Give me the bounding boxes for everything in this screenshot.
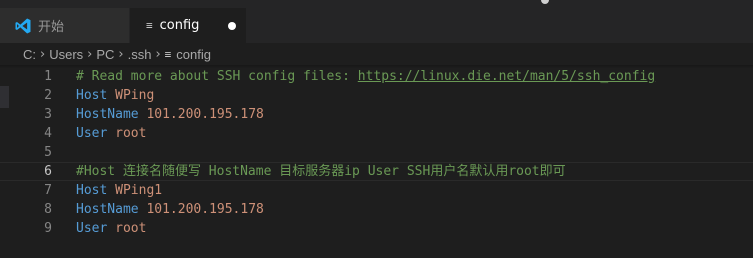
vscode-icon <box>15 18 31 33</box>
code-token-val: root <box>115 221 147 236</box>
chevron-right-icon: › <box>40 46 46 62</box>
code-text: HostName 101.200.195.178 <box>76 105 264 124</box>
breadcrumb-file[interactable]: config <box>176 47 211 62</box>
code-token-kw: HostName <box>76 202 147 217</box>
tab-start-label: 开始 <box>38 20 65 35</box>
tab-config[interactable]: ≡ config <box>130 8 246 43</box>
code-token-kw: Host <box>76 88 116 103</box>
code-line[interactable]: 8 HostName 101.200.195.178 <box>0 200 753 219</box>
code-token-kw: Host <box>76 183 116 198</box>
code-line[interactable]: 4 User root <box>0 124 753 143</box>
line-number: 7 <box>44 183 52 198</box>
line-number: 6 <box>44 164 52 179</box>
code-text: Host WPing <box>76 86 154 105</box>
code-token-comment: #Host 连接名随便写 HostName 目标服务器ip User SSH用户… <box>76 164 566 179</box>
code-line[interactable]: 9 User root <box>0 219 753 238</box>
tab-start[interactable]: 开始 <box>0 8 129 43</box>
breadcrumb-pc[interactable]: PC <box>96 47 114 62</box>
line-number: 8 <box>44 202 52 217</box>
title-strip <box>0 0 753 8</box>
code-token-val: root <box>115 126 147 141</box>
chevron-right-icon: › <box>87 46 93 62</box>
url-link[interactable]: https://linux.die.net/man/5/ssh_config <box>358 69 655 84</box>
code-text: Host WPing1 <box>76 181 162 200</box>
line-number: 1 <box>44 69 52 84</box>
line-number: 4 <box>44 126 52 141</box>
code-text: #Host 连接名随便写 HostName 目标服务器ip User SSH用户… <box>76 163 566 180</box>
code-token-val: WPing1 <box>115 183 163 198</box>
code-line[interactable]: 3 HostName 101.200.195.178 <box>0 105 753 124</box>
code-token-comment: # Read more about SSH config files: <box>76 69 358 84</box>
code-token-kw: User <box>76 126 116 141</box>
line-number: 5 <box>44 145 52 160</box>
breadcrumb-users[interactable]: Users <box>49 47 83 62</box>
code-line[interactable]: 2 Host WPing <box>0 86 753 105</box>
code-token-val: WPing <box>115 88 155 103</box>
code-text: User root <box>76 219 146 238</box>
breadcrumb-drive[interactable]: C: <box>23 47 36 62</box>
code-token-val: 101.200.195.178 <box>146 107 264 122</box>
code-line[interactable]: 7 Host WPing1 <box>0 181 753 200</box>
chevron-right-icon: › <box>118 46 124 62</box>
code-line[interactable]: 6 #Host 连接名随便写 HostName 目标服务器ip User SSH用… <box>0 162 753 181</box>
code-text: HostName 101.200.195.178 <box>76 200 264 219</box>
breadcrumb-ssh[interactable]: .ssh <box>128 47 152 62</box>
code-text: User root <box>76 124 146 143</box>
window-indicator <box>541 0 549 4</box>
code-line[interactable]: 1 # Read more about SSH config files: htt… <box>0 67 753 86</box>
code-editor[interactable]: 1 # Read more about SSH config files: htt… <box>0 65 753 258</box>
file-lines-icon: ≡ <box>164 47 172 61</box>
file-lines-icon: ≡ <box>146 19 153 32</box>
breadcrumb: C: › Users › PC › .ssh › ≡ config <box>0 43 753 65</box>
tab-config-label: config <box>159 18 200 33</box>
code-token-val: 101.200.195.178 <box>146 202 264 217</box>
chevron-right-icon: › <box>155 46 161 62</box>
code-text: # Read more about SSH config files: http… <box>76 67 655 86</box>
line-number: 9 <box>44 221 52 236</box>
code-token-kw: User <box>76 221 116 236</box>
editor-window: 开始 ≡ config C: › Users › PC › .ssh › ≡ c… <box>0 0 753 258</box>
tab-bar: 开始 ≡ config <box>0 8 753 43</box>
line-number: 2 <box>44 88 52 103</box>
line-number: 3 <box>44 107 52 122</box>
code-token-kw: HostName <box>76 107 147 122</box>
code-line[interactable]: 5 <box>0 143 753 162</box>
unsaved-dot-icon[interactable] <box>228 22 236 30</box>
